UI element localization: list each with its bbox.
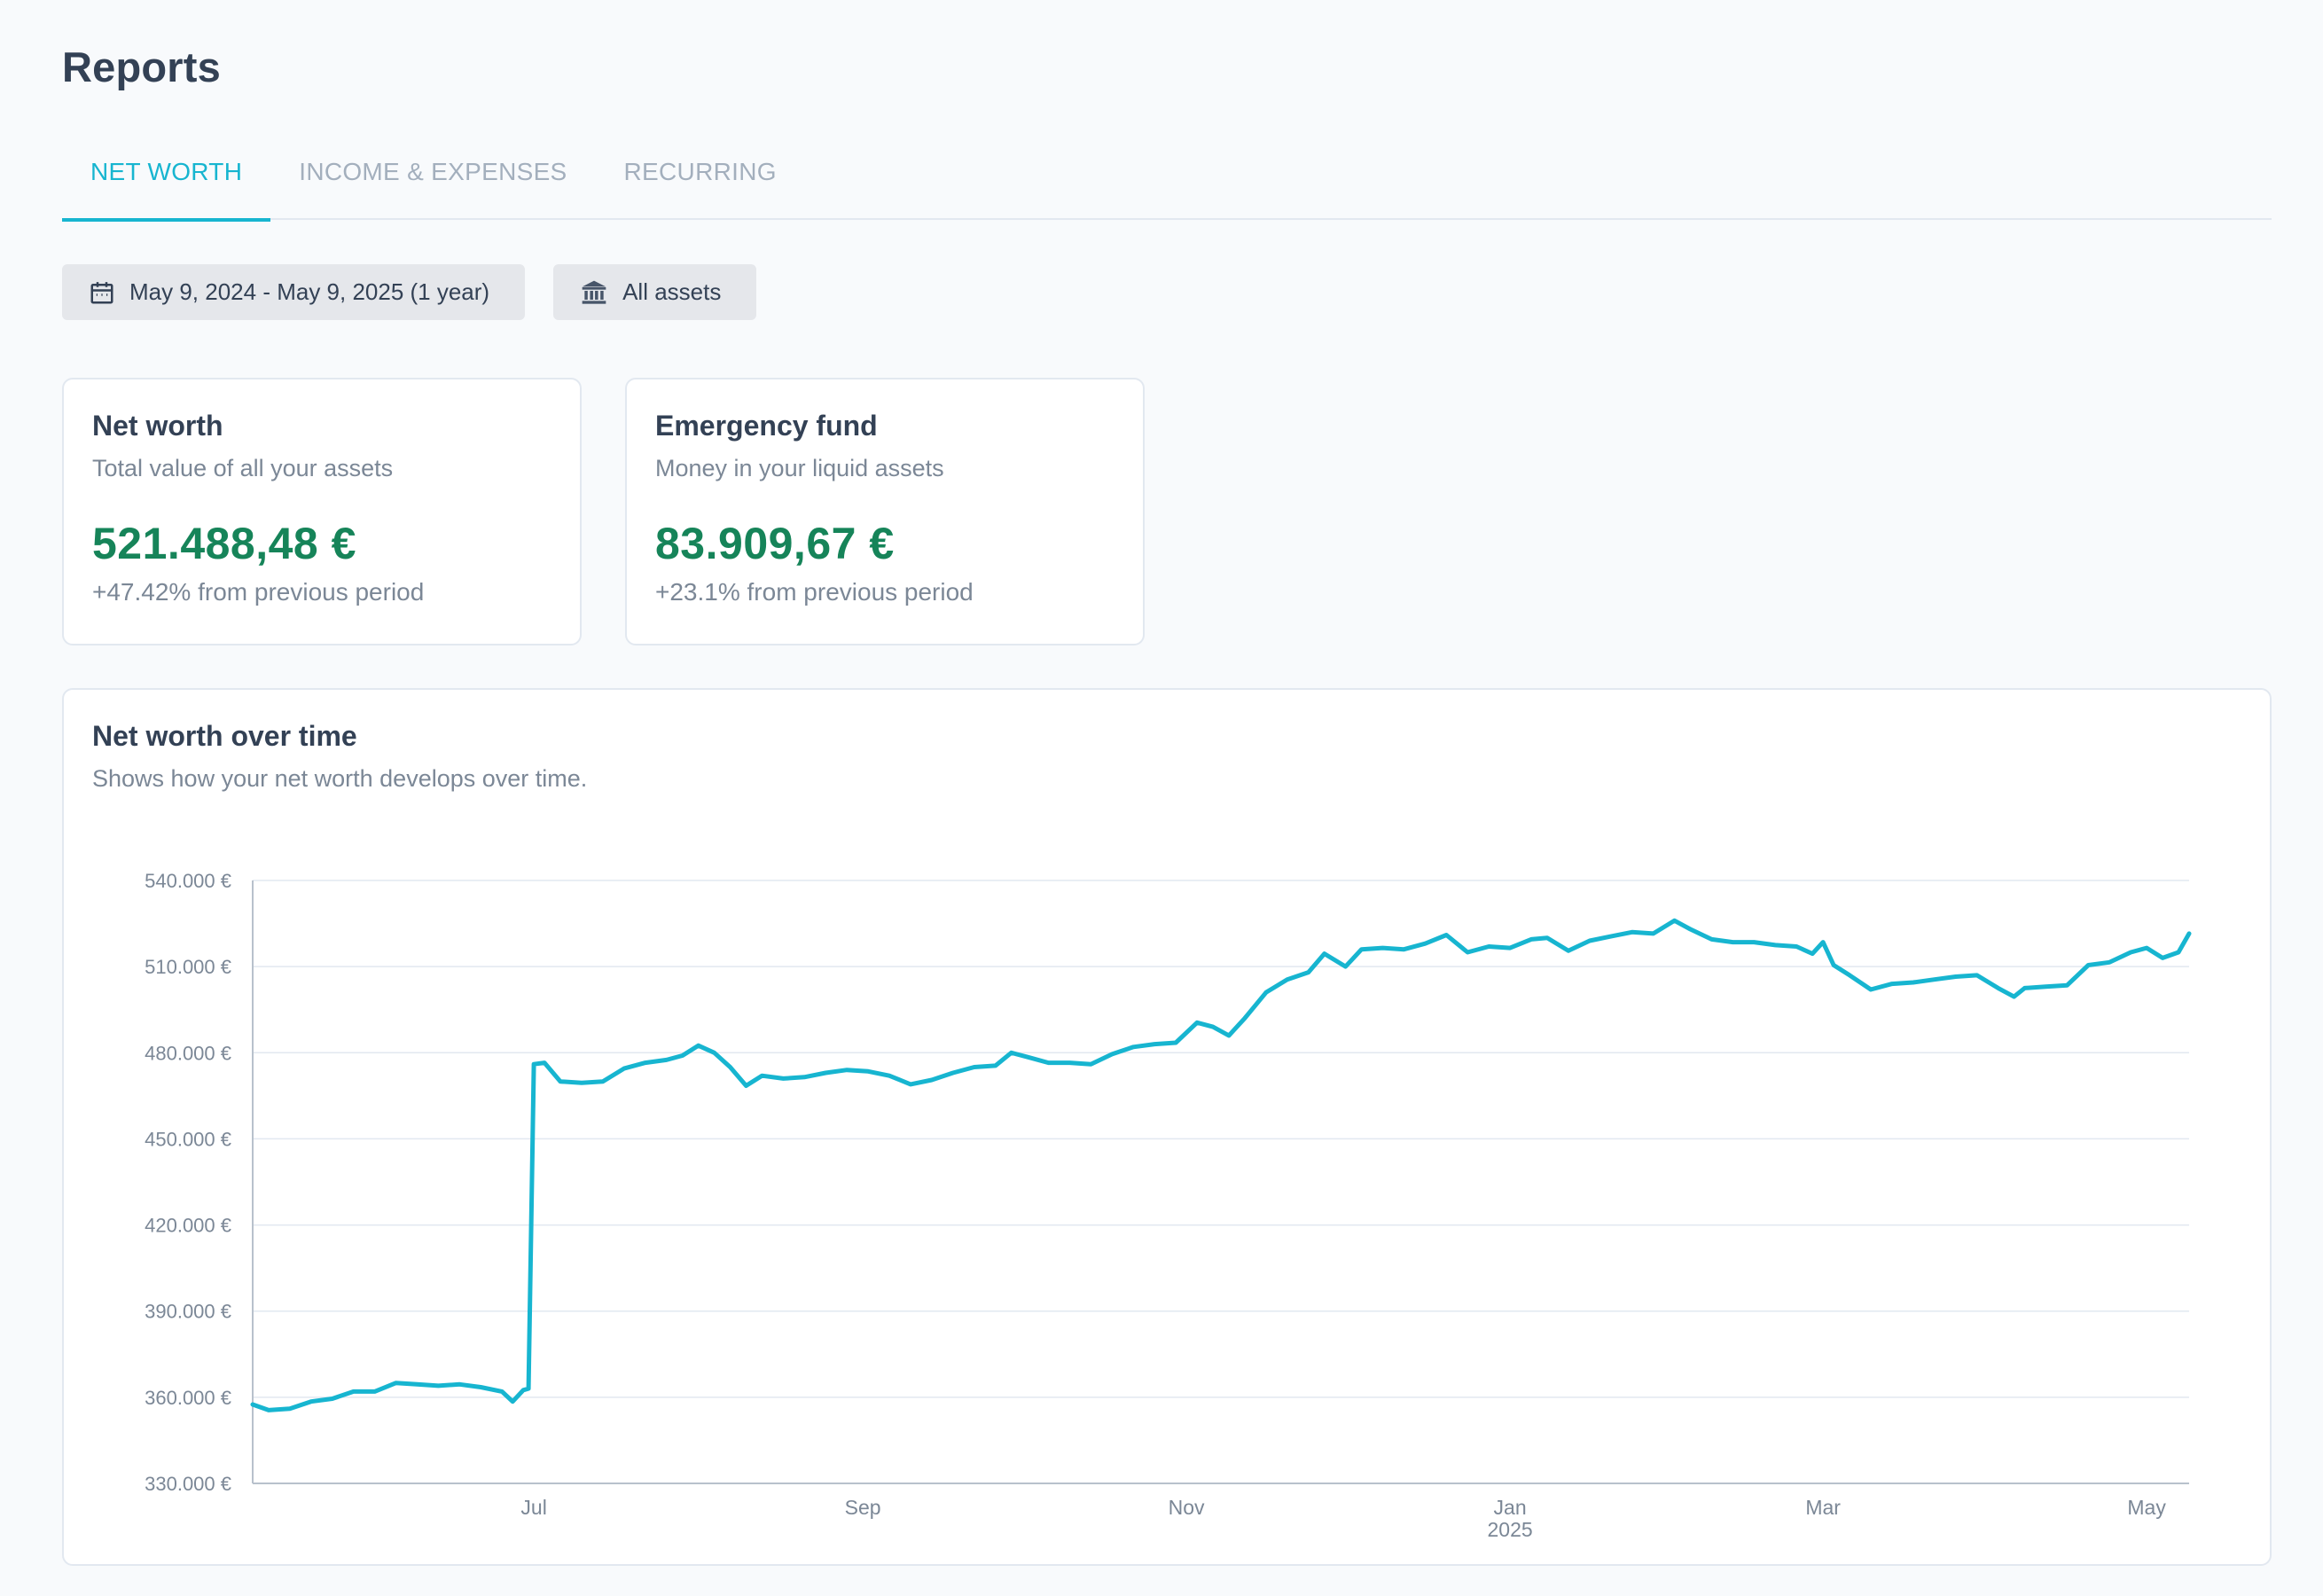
y-tick-label: 330.000 € <box>145 1473 231 1495</box>
assets-filter-button[interactable]: All assets <box>553 264 757 320</box>
net-worth-delta: +47.42% from previous period <box>92 578 425 606</box>
date-range-label: May 9, 2024 - May 9, 2025 (1 year) <box>129 278 490 305</box>
report-tabs: NET WORTH INCOME & EXPENSES RECURRING <box>62 142 2272 222</box>
emergency-fund-value: 83.909,67 € <box>655 519 895 568</box>
x-tick-label: Jul <box>520 1496 546 1519</box>
y-tick-label: 480.000 € <box>145 1042 231 1064</box>
net-worth-series-line <box>250 918 2192 1412</box>
net-worth-line-chart: 330.000 € 360.000 € 390.000 € 420.000 € 450.… <box>145 870 2192 1541</box>
filter-bar: May 9, 2024 - May 9, 2025 (1 year) All a… <box>62 264 757 320</box>
card-subtitle: Total value of all your assets <box>92 455 394 481</box>
y-tick-label: 540.000 € <box>145 870 231 892</box>
x-tick-sublabel: 2025 <box>1488 1518 1533 1541</box>
tab-recurring[interactable]: RECURRING <box>596 142 805 220</box>
page-title: Reports <box>62 43 221 90</box>
net-worth-card: Net worth Total value of all your assets… <box>62 378 582 645</box>
bank-icon <box>582 280 606 304</box>
card-subtitle: Money in your liquid assets <box>655 455 944 481</box>
x-tick-label: Jan <box>1494 1496 1527 1519</box>
assets-filter-label: All assets <box>622 278 722 305</box>
x-tick-label: Sep <box>845 1496 881 1519</box>
reports-page: Reports NET WORTH INCOME & EXPENSES RECU… <box>62 0 2272 1596</box>
x-tick-label: Mar <box>1805 1496 1841 1519</box>
tab-income-expenses[interactable]: INCOME & EXPENSES <box>270 142 595 220</box>
date-range-button[interactable]: May 9, 2024 - May 9, 2025 (1 year) <box>62 264 526 320</box>
x-tick-label: Nov <box>1169 1496 1205 1519</box>
net-worth-chart-card: Net worth over time Shows how your net w… <box>62 688 2272 1566</box>
calendar-icon <box>90 281 113 303</box>
emergency-fund-delta: +23.1% from previous period <box>655 578 974 606</box>
y-tick-label: 390.000 € <box>145 1301 231 1323</box>
y-tick-label: 360.000 € <box>145 1387 231 1409</box>
card-title: Emergency fund <box>655 410 878 442</box>
y-tick-label: 450.000 € <box>145 1128 231 1150</box>
net-worth-value: 521.488,48 € <box>92 519 356 568</box>
card-title: Net worth <box>92 410 223 442</box>
x-tick-label: May <box>2127 1496 2166 1519</box>
emergency-fund-card: Emergency fund Money in your liquid asse… <box>625 378 1145 645</box>
tab-net-worth[interactable]: NET WORTH <box>62 142 271 222</box>
y-tick-label: 420.000 € <box>145 1215 231 1237</box>
y-tick-label: 510.000 € <box>145 956 231 978</box>
